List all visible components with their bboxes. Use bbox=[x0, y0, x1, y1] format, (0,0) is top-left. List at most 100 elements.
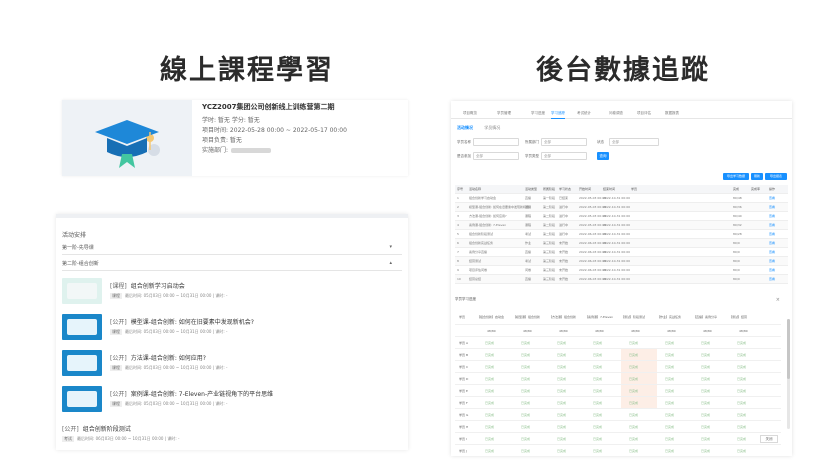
filter-dept-select[interactable]: 全部 bbox=[541, 138, 587, 146]
progress-cell: 已完成 bbox=[521, 425, 531, 429]
table-row[interactable]: 4 案例课-组合创新: 7-Eleven 课程 第二阶段 进行中 2022-05-03 0… bbox=[455, 221, 788, 230]
table-cell: 第三阶段 bbox=[543, 250, 556, 254]
lesson-title: 组合创新学习启动会 bbox=[130, 283, 185, 290]
matrix-row[interactable]: 学员 J 已完成 已完成 已完成 已完成 已完成 已完成 已完成 已完成 bbox=[455, 445, 781, 456]
table-row[interactable]: 1 组合创新学习启动会 直播 第一阶段 已结束 2022-05-03 00:00 2022-… bbox=[455, 194, 788, 203]
progress-cell: 已完成 bbox=[557, 389, 567, 393]
view-link[interactable]: 查看 bbox=[769, 277, 775, 281]
view-link[interactable]: 查看 bbox=[769, 268, 775, 272]
progress-cell: 已完成 bbox=[665, 425, 675, 429]
lesson-item[interactable]: [公开] 模型课-组合创新: 如何在旧要素中发现新机会? 课程 最后时间: 05月0… bbox=[62, 314, 402, 344]
search-button[interactable]: 查询 bbox=[597, 152, 609, 160]
table-cell: 已结束 bbox=[559, 196, 569, 200]
progress-cell: 已完成 bbox=[593, 413, 603, 417]
table-row[interactable]: 10 结营总结 直播 第三阶段 未开始 2022-06-03 00:00 2022-10-3… bbox=[455, 275, 788, 284]
table-row[interactable]: 5 组合创新阶段测试 考试 第二阶段 进行中 2022-06-03 00:00 2022-1… bbox=[455, 230, 788, 239]
tab-1[interactable]: 学员管理 bbox=[497, 111, 511, 116]
table-row[interactable]: 7 案例分享直播 直播 第三阶段 未开始 2022-06-03 00:00 2022-10-… bbox=[455, 248, 788, 257]
view-link[interactable]: 查看 bbox=[769, 196, 775, 200]
tab-students[interactable]: 学员情况 bbox=[484, 125, 500, 130]
matrix-row[interactable]: 学员 F 已完成 已完成 已完成 已完成 已完成 已完成 已完成 已完成 bbox=[455, 397, 781, 409]
column-header[interactable]: 完成率 bbox=[751, 187, 760, 191]
matrix-row[interactable]: 学员 B 已完成 已完成 已完成 已完成 已完成 已完成 已完成 已完成 bbox=[455, 349, 781, 361]
table-row[interactable]: 2 模型课-组合创新: 如何在旧要素中发现新机会? 课程 第二阶段 进行中 2022-05… bbox=[455, 203, 788, 212]
tab-4[interactable]: 考试统计 bbox=[577, 111, 591, 116]
matrix-count: 48/80 bbox=[595, 329, 604, 333]
export-learning-data-button[interactable]: 导出学习数据 bbox=[723, 173, 749, 180]
table-cell: 2022-06-03 00:00 bbox=[579, 232, 607, 236]
modal-close-button[interactable]: 关闭 bbox=[760, 435, 778, 443]
column-header[interactable]: 学员 bbox=[631, 187, 637, 191]
progress-cell: 已完成 bbox=[629, 365, 639, 369]
lesson-thumbnail bbox=[62, 386, 102, 412]
filter-status-select[interactable]: 全部 bbox=[609, 138, 659, 146]
view-link[interactable]: 查看 bbox=[769, 259, 775, 263]
matrix-row[interactable]: 学员 H 已完成 已完成 已完成 已完成 已完成 已完成 已完成 已完成 bbox=[455, 421, 781, 433]
progress-cell: 已完成 bbox=[665, 353, 675, 357]
lesson-item[interactable]: [课程] 组合创新学习启动会 课程 最后时间: 05月03日 00:00 ~ 10月… bbox=[62, 278, 402, 308]
table-cell: 第三阶段 bbox=[543, 259, 556, 263]
filter-name-input[interactable] bbox=[473, 138, 519, 146]
tab-activity[interactable]: 活动情况 bbox=[457, 125, 473, 130]
progress-cell: 已完成 bbox=[593, 353, 603, 357]
final-exam-title[interactable]: [公开] 组合创新阶段测试 bbox=[62, 424, 131, 433]
lesson-item[interactable]: [公开] 案例课-组合创新: 7-Eleven-产业链视角下的平台思维 课程 最后时… bbox=[62, 386, 402, 416]
table-row[interactable]: 6 组合创新实战任务 作业 第三阶段 未开始 2022-06-03 00:00 2022-1… bbox=[455, 239, 788, 248]
view-link[interactable]: 查看 bbox=[769, 214, 775, 218]
column-header[interactable]: 学习状态 bbox=[559, 187, 571, 191]
progress-cell: 已完成 bbox=[593, 401, 603, 405]
export-report-button[interactable]: 导出报表 bbox=[765, 173, 787, 180]
close-icon[interactable]: × bbox=[776, 297, 780, 303]
table-row[interactable]: 3 方法课-组合创新: 如何应用? 课程 第二阶段 进行中 2022-05-03 00:0… bbox=[455, 212, 788, 221]
column-header[interactable]: 序号 bbox=[457, 187, 463, 191]
tab-7[interactable]: 数据报表 bbox=[665, 111, 679, 116]
filter-type-select[interactable]: 全部 bbox=[541, 152, 587, 160]
student-name: 学员 A bbox=[459, 341, 469, 345]
view-link[interactable]: 查看 bbox=[769, 223, 775, 227]
matrix-row[interactable]: 学员 G 已完成 已完成 已完成 已完成 已完成 已完成 已完成 已完成 bbox=[455, 409, 781, 421]
matrix-column-header: 【方法课】组合创新 bbox=[549, 315, 577, 319]
column-header[interactable]: 活动类型 bbox=[525, 187, 537, 191]
tab-3[interactable]: 学习追踪 bbox=[551, 111, 565, 119]
filter-join-select[interactable]: 全部 bbox=[473, 152, 519, 160]
matrix-row[interactable]: 学员 D 已完成 已完成 已完成 已完成 已完成 已完成 已完成 已完成 bbox=[455, 373, 781, 385]
column-header[interactable]: 开始时间 bbox=[579, 187, 591, 191]
progress-cell: 已完成 bbox=[737, 449, 747, 453]
table-cell: 未开始 bbox=[559, 250, 569, 254]
column-header[interactable]: 完成 bbox=[733, 187, 739, 191]
stage-row-1[interactable]: 第一阶-先导课 ▾ bbox=[62, 244, 402, 255]
matrix-row[interactable]: 学员 A 已完成 已完成 已完成 已完成 已完成 已完成 已完成 已完成 bbox=[455, 337, 781, 349]
progress-cell: 已完成 bbox=[521, 377, 531, 381]
tab-5[interactable]: 问卷调查 bbox=[609, 111, 623, 116]
column-header[interactable]: 活动名称 bbox=[469, 187, 481, 191]
column-header[interactable]: 所属阶段 bbox=[543, 187, 555, 191]
tab-2[interactable]: 学习进度 bbox=[531, 111, 545, 116]
stage-row-2[interactable]: 第二阶-组合创新 ▴ bbox=[62, 260, 402, 271]
view-link[interactable]: 查看 bbox=[769, 205, 775, 209]
progress-cell: 已完成 bbox=[701, 377, 711, 381]
view-link[interactable]: 查看 bbox=[769, 241, 775, 245]
column-header[interactable]: 操作 bbox=[769, 187, 775, 191]
matrix-row[interactable]: 学员 I 已完成 已完成 已完成 已完成 已完成 已完成 已完成 已完成 bbox=[455, 433, 781, 445]
progress-cell: 已完成 bbox=[665, 341, 675, 345]
matrix-row[interactable]: 学员 C 已完成 已完成 已完成 已完成 已完成 已完成 已完成 已完成 bbox=[455, 361, 781, 373]
progress-cell: 已完成 bbox=[629, 353, 639, 357]
matrix-row[interactable]: 学员 E 已完成 已完成 已完成 已完成 已完成 已完成 已完成 已完成 bbox=[455, 385, 781, 397]
view-link[interactable]: 查看 bbox=[769, 232, 775, 236]
tab-0[interactable]: 项目概览 bbox=[463, 111, 477, 116]
scrollbar-thumb[interactable] bbox=[787, 319, 790, 379]
table-cell: 课程 bbox=[525, 223, 532, 227]
table-cell: 直播 bbox=[525, 196, 532, 200]
refresh-button[interactable]: 刷新 bbox=[751, 173, 763, 180]
admin-tabs: 项目概览 学员管理 学习进度 学习追踪 考试统计 问卷调查 项目评估 数据报表 bbox=[451, 107, 792, 119]
progress-cell: 已完成 bbox=[701, 353, 711, 357]
column-header[interactable]: 结束时间 bbox=[603, 187, 615, 191]
lesson-item[interactable]: [公开] 方法课-组合创新: 如何应用? 课程 最后时间: 05月03日 00:00… bbox=[62, 350, 402, 380]
view-link[interactable]: 查看 bbox=[769, 250, 775, 254]
table-row[interactable]: 8 结营测试 考试 第三阶段 未开始 2022-06-03 00:00 2022-10-31… bbox=[455, 257, 788, 266]
progress-cell: 已完成 bbox=[521, 365, 531, 369]
table-row[interactable]: 9 项目评估问卷 问卷 第三阶段 未开始 2022-06-03 00:00 2022-10-… bbox=[455, 266, 788, 275]
progress-cell: 已完成 bbox=[629, 401, 639, 405]
tab-6[interactable]: 项目评估 bbox=[637, 111, 651, 116]
table-cell: 未开始 bbox=[559, 277, 569, 281]
